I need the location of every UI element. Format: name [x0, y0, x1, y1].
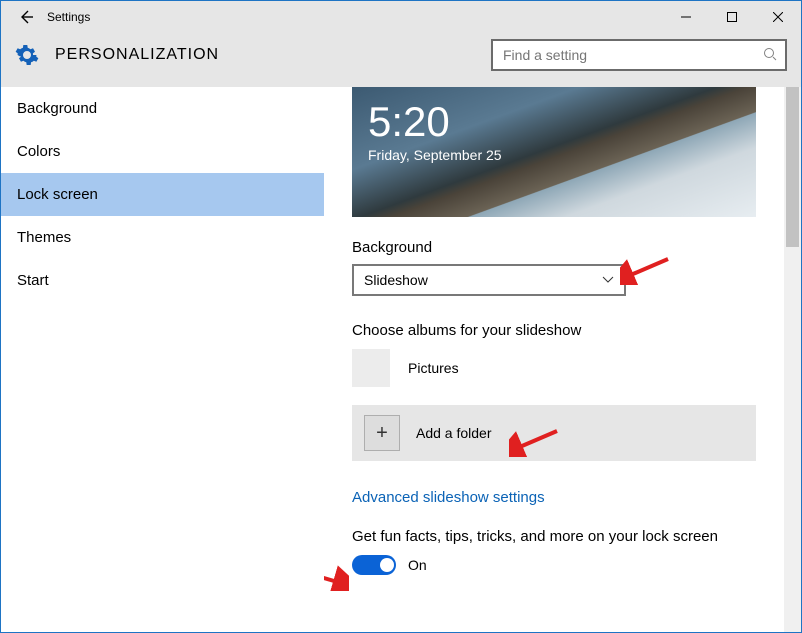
close-icon: [773, 12, 783, 22]
section-title: PERSONALIZATION: [55, 46, 219, 64]
titlebar: Settings: [1, 1, 801, 33]
albums-label: Choose albums for your slideshow: [352, 322, 756, 339]
background-dropdown-value: Slideshow: [364, 272, 428, 288]
header: PERSONALIZATION: [1, 33, 801, 87]
window-title: Settings: [47, 10, 663, 24]
scrollbar-thumb[interactable]: [786, 87, 799, 247]
sidebar-item-background[interactable]: Background: [1, 87, 324, 130]
search-input[interactable]: [501, 46, 763, 64]
preview-date: Friday, September 25: [368, 147, 740, 163]
toggle-state-label: On: [408, 557, 427, 573]
lock-screen-preview: 5:20 Friday, September 25: [352, 87, 756, 217]
window-controls: [663, 1, 801, 33]
minimize-icon: [681, 12, 691, 22]
album-thumbnail: [352, 349, 390, 387]
sidebar-item-themes[interactable]: Themes: [1, 216, 324, 259]
scrollbar[interactable]: [784, 87, 801, 632]
add-folder-button[interactable]: + Add a folder: [352, 405, 756, 461]
preview-time: 5:20: [368, 101, 740, 143]
background-dropdown[interactable]: Slideshow: [352, 264, 626, 296]
back-button[interactable]: [11, 8, 41, 26]
album-name: Pictures: [408, 360, 459, 376]
sidebar-item-lock-screen[interactable]: Lock screen: [1, 173, 324, 216]
toggle-knob: [380, 558, 394, 572]
maximize-icon: [727, 12, 737, 22]
sidebar-item-start[interactable]: Start: [1, 259, 324, 302]
minimize-button[interactable]: [663, 1, 709, 33]
search-icon: [763, 47, 777, 64]
maximize-button[interactable]: [709, 1, 755, 33]
search-box[interactable]: [491, 39, 787, 71]
back-arrow-icon: [17, 8, 35, 26]
background-label: Background: [352, 239, 756, 256]
advanced-slideshow-link[interactable]: Advanced slideshow settings: [352, 489, 756, 506]
plus-icon: +: [364, 415, 400, 451]
content-pane: 5:20 Friday, September 25 Background Sli…: [324, 87, 801, 632]
gear-icon: [15, 43, 39, 67]
add-folder-label: Add a folder: [416, 425, 492, 441]
close-button[interactable]: [755, 1, 801, 33]
sidebar: Background Colors Lock screen Themes Sta…: [1, 87, 324, 632]
album-row[interactable]: Pictures: [352, 349, 756, 387]
tips-toggle[interactable]: [352, 555, 396, 575]
sidebar-item-colors[interactable]: Colors: [1, 130, 324, 173]
chevron-down-icon: [602, 273, 614, 287]
tips-toggle-row: On: [352, 555, 756, 575]
tips-label: Get fun facts, tips, tricks, and more on…: [352, 528, 756, 545]
